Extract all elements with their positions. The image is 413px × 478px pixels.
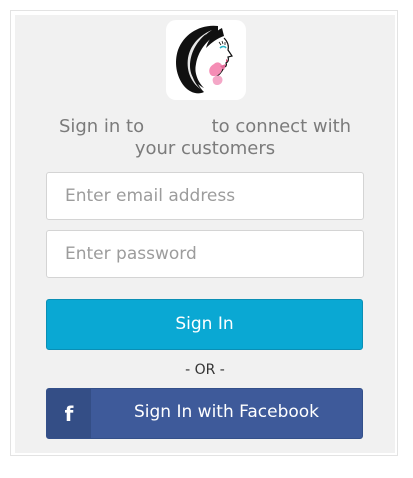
- sign-in-button[interactable]: Sign In: [46, 299, 363, 350]
- or-separator: - OR -: [185, 362, 225, 378]
- password-field[interactable]: [46, 230, 364, 278]
- headline: Sign in to to connect with your customer…: [46, 116, 364, 160]
- facebook-sign-in-label: Sign In with Facebook: [133, 402, 320, 422]
- email-field[interactable]: [46, 172, 364, 220]
- headline-prefix: Sign in to: [58, 116, 145, 137]
- woman-profile-logo-icon: [166, 20, 246, 100]
- facebook-icon: f: [47, 389, 91, 438]
- facebook-sign-in-button[interactable]: f Sign In with Facebook: [46, 388, 363, 439]
- headline-suffix: to connect with your customers: [134, 116, 352, 159]
